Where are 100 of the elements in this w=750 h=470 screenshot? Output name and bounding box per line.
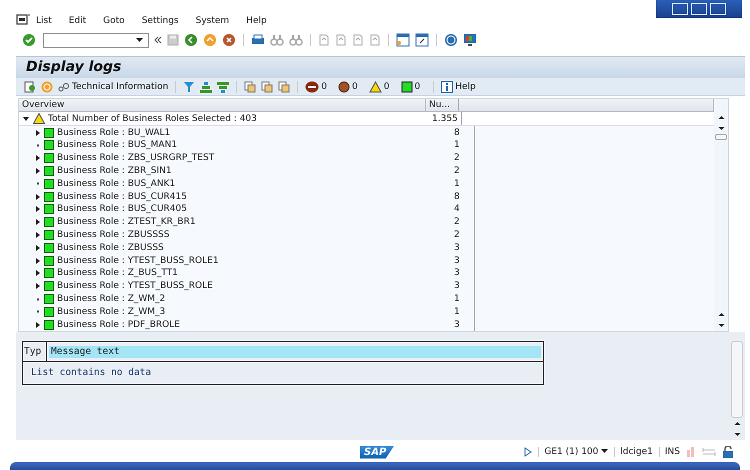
count-cell: 3 — [442, 318, 475, 331]
lock-icon[interactable] — [722, 446, 734, 458]
success-icon — [44, 242, 54, 253]
tree-node-label[interactable]: Business Role : BUS_MAN1 — [57, 139, 178, 152]
column-header[interactable]: Message text — [49, 346, 541, 358]
count-cell: 2 — [442, 164, 475, 178]
column-header[interactable]: Overview — [19, 99, 426, 112]
check-icon[interactable] — [22, 33, 36, 47]
tree-node-label[interactable]: Business Role : ZBR_SIN1 — [57, 165, 172, 178]
tree-node-label[interactable]: Business Role : Z_BUS_TT1 — [57, 267, 178, 280]
menu-item[interactable]: Goto — [103, 16, 125, 26]
tree-node-label[interactable]: Business Role : ZBUSSS — [57, 242, 164, 254]
count-cell: 2 — [442, 228, 475, 242]
error-icon[interactable] — [338, 80, 350, 93]
server-name: ldcige1 — [614, 447, 653, 457]
help-button[interactable]: Help — [441, 80, 476, 93]
expand-toggle[interactable] — [36, 322, 40, 328]
success-icon — [44, 281, 54, 292]
cancel-icon[interactable] — [222, 33, 236, 47]
count-cell: 3 — [442, 280, 475, 293]
success-icon — [44, 140, 54, 150]
copy-icon[interactable] — [261, 80, 274, 93]
success-icon — [44, 153, 54, 164]
play-icon[interactable] — [524, 447, 532, 457]
menu-icon[interactable] — [16, 14, 30, 26]
scroll-thumb[interactable] — [715, 134, 727, 140]
count-label: 0 — [352, 82, 358, 92]
tree-node-label[interactable]: Business Role : PDF_BROLE — [57, 318, 180, 331]
count-cell: 1 — [442, 177, 475, 190]
expand-toggle[interactable] — [36, 130, 40, 136]
tree-node-label[interactable]: Business Role : BU_WAL1 — [57, 126, 170, 139]
count-cell: 4 — [442, 203, 475, 216]
command-field[interactable] — [43, 32, 149, 48]
copy-icon[interactable] — [278, 80, 290, 93]
collapse-icon[interactable] — [154, 36, 162, 44]
copy-icon[interactable] — [244, 80, 256, 93]
system-info[interactable]: GE1 (1) 100 — [538, 447, 608, 457]
count-cell: 3 — [442, 254, 475, 268]
count-cell: 1.355 — [429, 112, 462, 126]
tree-node-label[interactable]: Business Role : BUS_ANK1 — [57, 178, 176, 190]
count-cell: 1 — [442, 292, 475, 306]
tree-node-label[interactable]: Business Role : Z_WM_2 — [57, 293, 166, 305]
tree-node-label[interactable]: Business Role : BUS_CUR405 — [57, 203, 187, 216]
success-icon — [44, 217, 54, 228]
tree-node-label[interactable]: Total Number of Business Roles Selected : 403 — [48, 112, 257, 125]
column-header[interactable]: Typ — [23, 342, 47, 361]
menu-item[interactable]: Settings — [142, 16, 179, 26]
empty-message: List contains no data — [31, 367, 152, 378]
screen-title: Display logs — [26, 59, 122, 76]
success-icon — [44, 294, 54, 304]
detail-icon[interactable] — [24, 80, 36, 93]
back-icon[interactable] — [184, 33, 198, 47]
count-cell: 3 — [442, 267, 475, 280]
tree-node-label[interactable]: Business Role : Z_WM_3 — [57, 306, 166, 318]
print-icon[interactable] — [251, 33, 265, 47]
dropdown-caret-icon[interactable] — [136, 38, 143, 42]
success-icon — [44, 230, 54, 240]
count-label: 0 — [414, 82, 420, 92]
count-cell: 1 — [442, 305, 475, 318]
input-mode: INS — [658, 447, 680, 457]
shortcut-icon[interactable] — [415, 33, 429, 47]
success-icon — [44, 166, 54, 176]
count-cell: 8 — [442, 126, 475, 140]
expand-toggle[interactable] — [23, 116, 29, 122]
tree-node-label[interactable]: Business Role : BUS_CUR415 — [57, 190, 187, 203]
help-icon[interactable] — [444, 33, 458, 47]
stop-icon[interactable] — [305, 80, 320, 93]
filter-icon[interactable] — [183, 80, 196, 93]
tree-node-label[interactable]: Business Role : ZBUSSSS — [57, 229, 170, 242]
count-cell: 3 — [442, 241, 475, 254]
technical-information-button[interactable]: Technical Information — [58, 82, 168, 92]
menu-item[interactable]: Edit — [68, 16, 86, 26]
success-icon — [44, 192, 54, 202]
success-icon — [44, 256, 54, 266]
tree-node-label[interactable]: Business Role : YTEST_BUSS_ROLE1 — [57, 254, 219, 267]
monitor-icon[interactable] — [463, 33, 477, 47]
scroll-track[interactable] — [731, 341, 743, 418]
tree-node-label[interactable]: Business Role : ZTEST_KR_BR1 — [57, 216, 196, 228]
window-controls[interactable] — [656, 0, 742, 18]
success-icon — [44, 204, 54, 214]
dropdown-caret-icon[interactable] — [601, 449, 608, 454]
new-window-icon[interactable] — [396, 33, 410, 47]
sort-icon[interactable] — [217, 80, 230, 93]
sort-icon[interactable] — [200, 80, 212, 93]
count-cell: 2 — [442, 152, 475, 165]
success-icon — [44, 320, 54, 330]
tree-node-label[interactable]: Business Role : ZBS_USRGRP_TEST — [57, 152, 214, 164]
count-label: 0 — [321, 82, 328, 92]
menu-item[interactable]: System — [196, 16, 230, 26]
menu-item[interactable]: List — [36, 16, 52, 26]
tree-node-label[interactable]: Business Role : YTEST_BUSS_ROLE — [57, 280, 213, 292]
transfer-icon — [702, 447, 716, 457]
menu-item[interactable]: Help — [246, 16, 267, 26]
success-icon — [44, 306, 54, 317]
success-icon — [44, 268, 54, 278]
warning-icon[interactable] — [368, 80, 382, 93]
info-icon — [441, 80, 454, 93]
count-label: 0 — [384, 82, 390, 92]
success-icon[interactable] — [400, 80, 412, 93]
column-header[interactable]: Nu... — [426, 99, 459, 112]
